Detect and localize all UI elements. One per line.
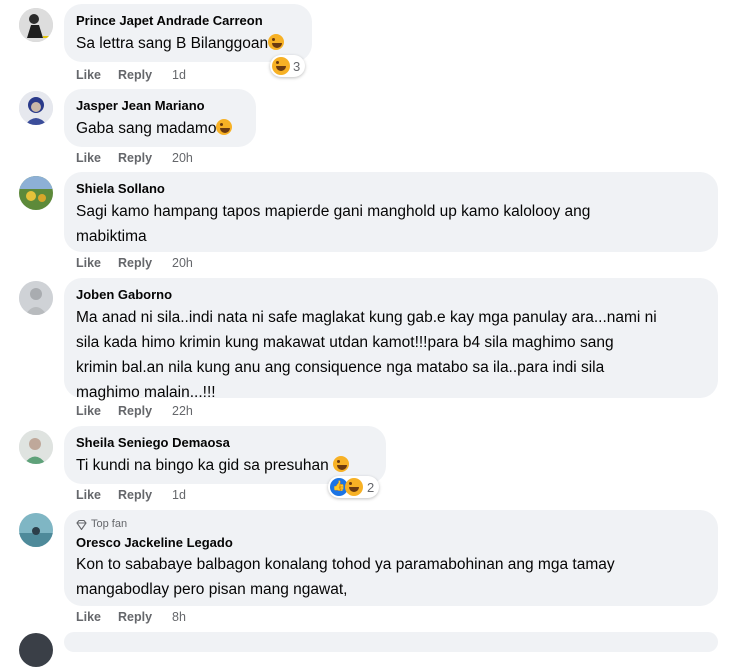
comment-author[interactable]: Shiela Sollano (76, 180, 706, 197)
comment-actions: Like Reply 20h (76, 256, 193, 270)
like-button[interactable]: Like (76, 488, 118, 502)
reply-button[interactable]: Reply (118, 610, 172, 624)
avatar[interactable] (19, 513, 53, 547)
comment-bubble: Top fan Oresco Jackeline Legado Kon to s… (64, 510, 718, 606)
comment-text-line: Sagi kamo hampang tapos mapierde gani ma… (76, 203, 591, 220)
reaction-summary[interactable]: 3 (270, 55, 306, 77)
like-button[interactable]: Like (76, 256, 118, 270)
haha-emoji-icon (345, 478, 363, 496)
reply-button[interactable]: Reply (118, 68, 172, 82)
reply-button[interactable]: Reply (118, 151, 172, 165)
timestamp[interactable]: 8h (172, 610, 186, 624)
haha-emoji-icon (333, 456, 350, 472)
like-button[interactable]: Like (76, 68, 118, 82)
comment-bubble (64, 632, 718, 652)
comment-author[interactable]: Oresco Jackeline Legado (76, 534, 706, 551)
timestamp[interactable]: 1d (172, 488, 186, 502)
comment-text-line: mabiktima (76, 228, 147, 245)
timestamp[interactable]: 20h (172, 151, 193, 165)
top-fan-badge: Top fan (76, 518, 706, 531)
reaction-summary[interactable]: 👍 2 (328, 476, 380, 498)
comment-text: Sa lettra sang B Bilanggoan (76, 35, 269, 52)
comment-text-line: maghimo malain...!!! (76, 384, 216, 401)
top-fan-diamond-icon (76, 519, 87, 530)
comment-bubble: Prince Japet Andrade Carreon Sa lettra s… (64, 4, 312, 62)
comment-text-line: sila kada himo krimin kung makawat utdan… (76, 334, 614, 351)
haha-emoji-icon (268, 34, 285, 50)
avatar[interactable] (19, 633, 53, 667)
like-button[interactable]: Like (76, 151, 118, 165)
comment-actions: Like Reply 1d (76, 68, 186, 82)
comment-text-line: Ma anad ni sila..indi nata ni safe magla… (76, 309, 657, 326)
reaction-count: 2 (367, 479, 375, 495)
timestamp[interactable]: 1d (172, 68, 186, 82)
reply-button[interactable]: Reply (118, 404, 172, 418)
reaction-count: 3 (293, 58, 301, 74)
timestamp[interactable]: 22h (172, 404, 193, 418)
comment-author[interactable]: Sheila Seniego Demaosa (76, 434, 374, 451)
comment-bubble: Joben Gaborno Ma anad ni sila..indi nata… (64, 278, 718, 401)
comment-bubble: Shiela Sollano Sagi kamo hampang tapos m… (64, 172, 718, 252)
comment-author[interactable]: Joben Gaborno (76, 286, 706, 303)
comment-text: Gaba sang madamo (76, 120, 217, 137)
reply-button[interactable]: Reply (118, 256, 172, 270)
comment-actions: Like Reply 1d (76, 488, 186, 502)
haha-emoji-icon (272, 57, 290, 75)
comment-text-line: krimin bal.an nila kung anu ang consique… (76, 359, 605, 376)
like-button[interactable]: Like (76, 404, 118, 418)
like-button[interactable]: Like (76, 610, 118, 624)
comment-actions: Like Reply 20h (76, 151, 193, 165)
avatar[interactable] (19, 176, 53, 210)
timestamp[interactable]: 20h (172, 256, 193, 270)
avatar[interactable] (19, 8, 53, 42)
avatar[interactable] (19, 281, 53, 315)
comment-actions: Like Reply 8h (76, 610, 186, 624)
comment-author[interactable]: Jasper Jean Mariano (76, 97, 244, 114)
comment-bubble: Jasper Jean Mariano Gaba sang madamo (64, 89, 256, 147)
comment-author[interactable]: Prince Japet Andrade Carreon (76, 12, 300, 29)
top-fan-label: Top fan (91, 518, 128, 530)
avatar[interactable] (19, 430, 53, 464)
comment-text-line: Kon to sababaye balbagon konalang tohod … (76, 556, 615, 573)
haha-emoji-icon (216, 119, 233, 135)
avatar[interactable] (19, 91, 53, 125)
comment-text: Ti kundi na bingo ka gid sa presuhan (76, 457, 329, 474)
reply-button[interactable]: Reply (118, 488, 172, 502)
comment-text-line: mangabodlay pero pisan mang ngawat, (76, 581, 348, 598)
comment-actions: Like Reply 22h (76, 404, 193, 418)
